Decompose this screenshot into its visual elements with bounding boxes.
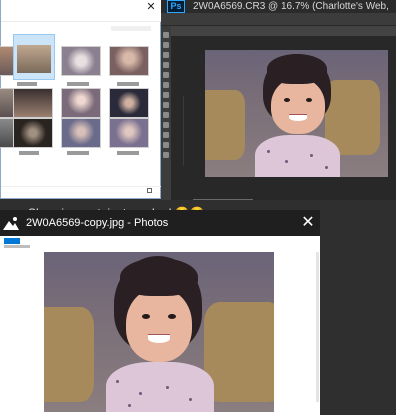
grid-view-icon[interactable] bbox=[147, 188, 152, 193]
see-all-photos-button[interactable] bbox=[4, 238, 20, 244]
close-icon[interactable]: ✕ bbox=[140, 0, 162, 14]
brush-tool-icon[interactable] bbox=[163, 82, 169, 88]
file-thumbnail[interactable] bbox=[109, 88, 149, 118]
canvas-guide bbox=[183, 96, 184, 166]
photos-window-title: 2W0A6569-copy.jpg - Photos bbox=[26, 217, 169, 229]
file-thumbnail[interactable] bbox=[61, 46, 101, 76]
photoshop-options-bar[interactable] bbox=[161, 13, 396, 26]
zoom-tool-icon[interactable] bbox=[163, 152, 169, 158]
photoshop-document-title: 2W0A6569.CR3 @ 16.7% (Charlotte's Web, bbox=[193, 1, 389, 12]
canvas-guide bbox=[193, 199, 253, 200]
explorer-status-bar bbox=[1, 186, 161, 198]
file-name-label bbox=[117, 151, 139, 155]
file-thumbnail[interactable] bbox=[13, 88, 53, 118]
crop-tool-icon[interactable] bbox=[163, 62, 169, 68]
explorer-ribbon[interactable] bbox=[1, 0, 161, 22]
file-name-label bbox=[67, 151, 89, 155]
photoshop-window[interactable]: Ps 2W0A6569.CR3 @ 16.7% (Charlotte's Web… bbox=[161, 0, 396, 200]
eyedropper-tool-icon[interactable] bbox=[163, 72, 169, 78]
file-thumbnail[interactable] bbox=[109, 46, 149, 76]
eraser-tool-icon[interactable] bbox=[163, 102, 169, 108]
photos-app-icon bbox=[3, 217, 19, 230]
photoshop-document-tab[interactable] bbox=[171, 26, 396, 36]
file-thumbnail-selected[interactable] bbox=[13, 34, 55, 80]
move-tool-icon[interactable] bbox=[163, 32, 169, 38]
marquee-tool-icon[interactable] bbox=[163, 42, 169, 48]
type-tool-icon[interactable] bbox=[163, 122, 169, 128]
file-thumbnail[interactable] bbox=[61, 118, 101, 148]
photoshop-toolbar[interactable] bbox=[161, 26, 171, 200]
gradient-tool-icon[interactable] bbox=[163, 112, 169, 118]
stamp-tool-icon[interactable] bbox=[163, 92, 169, 98]
lasso-tool-icon[interactable] bbox=[163, 52, 169, 58]
file-thumbnail[interactable] bbox=[13, 118, 53, 148]
pen-tool-icon[interactable] bbox=[163, 132, 169, 138]
photos-scrollbar[interactable] bbox=[316, 252, 319, 402]
hand-tool-icon[interactable] bbox=[163, 142, 169, 148]
file-thumbnail[interactable] bbox=[61, 88, 101, 118]
file-name-label bbox=[67, 82, 89, 86]
close-icon[interactable]: ✕ bbox=[296, 210, 320, 236]
photoshop-logo-icon: Ps bbox=[167, 0, 185, 13]
file-explorer-window[interactable]: ✕ bbox=[0, 0, 161, 199]
file-thumbnail[interactable] bbox=[109, 118, 149, 148]
file-name-label bbox=[117, 82, 139, 86]
explorer-search-box[interactable] bbox=[111, 26, 151, 31]
photoshop-titlebar[interactable]: Ps 2W0A6569.CR3 @ 16.7% (Charlotte's Web… bbox=[161, 0, 396, 13]
file-name-label bbox=[19, 151, 39, 155]
photos-command-bar[interactable] bbox=[0, 236, 320, 250]
photos-file-name bbox=[4, 245, 30, 248]
file-name-label bbox=[17, 82, 37, 86]
photos-main-image[interactable] bbox=[44, 252, 274, 412]
photos-titlebar[interactable]: 2W0A6569-copy.jpg - Photos ✕ bbox=[0, 210, 320, 236]
photoshop-canvas-image[interactable] bbox=[205, 50, 388, 177]
